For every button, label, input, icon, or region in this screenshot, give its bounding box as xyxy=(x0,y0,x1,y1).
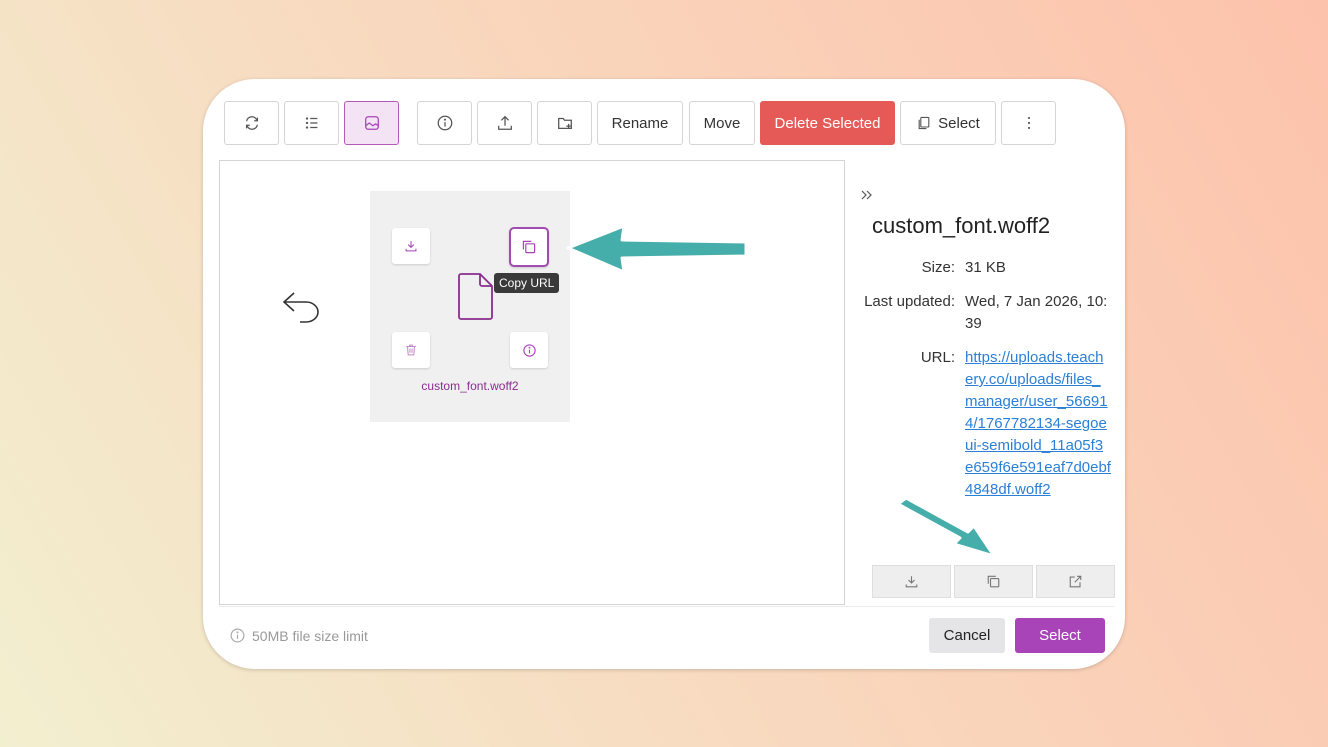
upload-button[interactable] xyxy=(477,101,532,145)
upload-icon xyxy=(497,115,512,130)
copy-icon xyxy=(522,240,536,254)
file-tile[interactable]: Copy URL custom_font.woff2 xyxy=(370,191,570,422)
grid-view-button[interactable] xyxy=(344,101,399,145)
back-arrow-icon[interactable] xyxy=(280,289,324,325)
refresh-button[interactable] xyxy=(224,101,279,145)
size-value: 31 KB xyxy=(965,259,1006,276)
image-icon xyxy=(364,116,379,130)
download-file-button[interactable] xyxy=(392,228,430,264)
new-folder-button[interactable] xyxy=(537,101,592,145)
info-button[interactable] xyxy=(417,101,472,145)
info-icon xyxy=(437,115,452,131)
trash-icon xyxy=(406,344,416,356)
delete-file-button[interactable] xyxy=(392,332,430,368)
updated-row: Last updated: Wed, 7 Jan 2026, 10:39 xyxy=(855,291,1117,335)
detail-open-link-button[interactable] xyxy=(1036,565,1115,598)
external-link-icon xyxy=(1069,575,1082,588)
details-panel: custom_font.woff2 Size: 31 KB Last updat… xyxy=(855,179,1117,513)
download-icon xyxy=(405,241,417,252)
dialog-footer: 50MB file size limit Cancel Select xyxy=(219,606,1114,661)
list-view-button[interactable] xyxy=(284,101,339,145)
cancel-button[interactable]: Cancel xyxy=(929,618,1005,653)
file-size-limit: 50MB file size limit xyxy=(229,627,368,644)
detail-actions xyxy=(872,565,1115,598)
file-name-label: custom_font.woff2 xyxy=(421,379,519,393)
more-vertical-icon xyxy=(1027,116,1030,130)
size-row: Size: 31 KB xyxy=(855,257,1117,279)
select-toolbar-button[interactable]: Select xyxy=(900,101,996,145)
url-link[interactable]: https://uploads.teachery.co/uploads/file… xyxy=(965,347,1117,501)
url-label: URL: xyxy=(920,349,955,366)
folder-plus-icon xyxy=(557,117,572,130)
updated-label: Last updated: xyxy=(864,293,955,310)
copy-icon xyxy=(918,116,930,130)
updated-value: Wed, 7 Jan 2026, 10:39 xyxy=(965,293,1108,332)
rename-button[interactable]: Rename xyxy=(597,101,683,145)
info-icon xyxy=(522,343,536,357)
copy-url-tooltip: Copy URL xyxy=(494,273,560,293)
collapse-panel-icon[interactable] xyxy=(860,189,874,201)
file-grid: Copy URL custom_font.woff2 xyxy=(219,160,845,605)
refresh-icon xyxy=(245,116,258,130)
delete-selected-button[interactable]: Delete Selected xyxy=(760,101,895,145)
download-icon xyxy=(905,576,918,588)
size-label: Size: xyxy=(921,259,955,276)
file-icon xyxy=(458,273,493,320)
file-manager-dialog: Rename Move Delete Selected Select Copy … xyxy=(203,79,1125,669)
detail-download-button[interactable] xyxy=(872,565,951,598)
details-title: custom_font.woff2 xyxy=(872,213,1051,238)
detail-copy-url-button[interactable] xyxy=(954,565,1033,598)
file-size-limit-text: 50MB file size limit xyxy=(252,627,368,644)
info-icon xyxy=(230,628,245,643)
list-icon xyxy=(305,117,317,129)
copy-icon xyxy=(987,575,1000,588)
file-info-button[interactable] xyxy=(510,332,548,368)
more-options-button[interactable] xyxy=(1001,101,1056,145)
move-button[interactable]: Move xyxy=(689,101,755,145)
select-button[interactable]: Select xyxy=(1015,618,1105,653)
copy-url-button[interactable] xyxy=(509,227,549,267)
url-row: URL: https://uploads.teachery.co/uploads… xyxy=(855,347,1117,501)
select-toolbar-label: Select xyxy=(938,114,980,132)
